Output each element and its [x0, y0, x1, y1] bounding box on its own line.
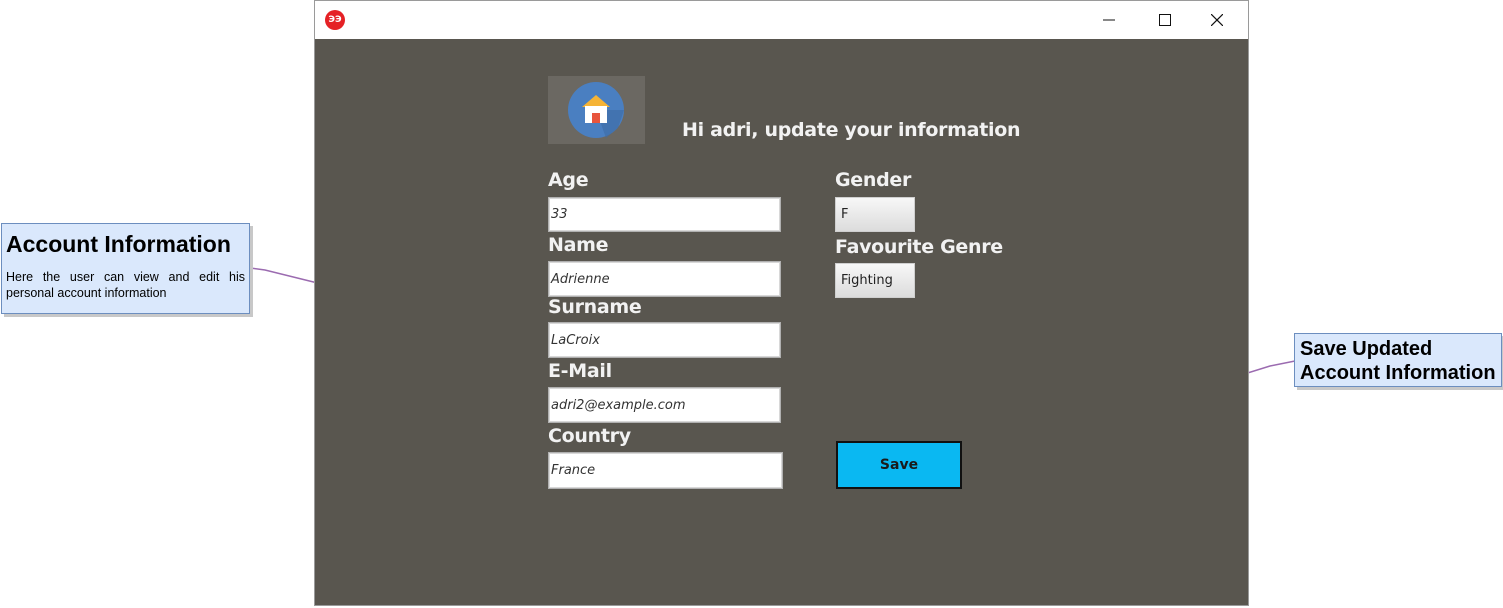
account-info-title: Account Information [6, 231, 231, 257]
account-info-annotation: Account Information Here the user can vi… [1, 223, 250, 314]
surname-label: Surname [548, 296, 642, 318]
genre-select[interactable]: Fighting [835, 263, 915, 298]
account-info-description: Here the user can view and edit his pers… [6, 270, 245, 300]
home-icon [568, 82, 624, 138]
greeting-text: Hi adri, update your information [682, 119, 1021, 141]
name-label: Name [548, 234, 609, 256]
close-icon [1211, 14, 1223, 26]
home-button[interactable] [548, 76, 645, 144]
maximize-icon [1159, 14, 1171, 26]
country-label: Country [548, 425, 631, 447]
save-button[interactable]: Save [836, 441, 962, 489]
save-annotation-title: Save Updated Account Information [1300, 338, 1496, 384]
gender-select[interactable]: F [835, 197, 915, 232]
gender-label: Gender [835, 169, 912, 191]
save-annotation: Save Updated Account Information [1294, 333, 1502, 387]
genre-label: Favourite Genre [835, 236, 1003, 258]
age-input[interactable]: 33 [548, 197, 781, 232]
email-input[interactable]: adri2@example.com [548, 387, 781, 423]
age-label: Age [548, 169, 589, 191]
surname-input[interactable]: LaCroix [548, 322, 781, 358]
app-window: ЭЭ Hi adri, update your information Age … [314, 0, 1249, 606]
maximize-button[interactable] [1142, 1, 1188, 39]
country-input[interactable]: France [548, 452, 783, 489]
minimize-icon [1103, 19, 1115, 21]
app-icon: ЭЭ [325, 10, 345, 30]
name-input[interactable]: Adrienne [548, 261, 781, 297]
close-button[interactable] [1194, 1, 1240, 39]
email-label: E-Mail [548, 360, 612, 382]
title-bar: ЭЭ [315, 1, 1248, 39]
minimize-button[interactable] [1086, 1, 1132, 39]
